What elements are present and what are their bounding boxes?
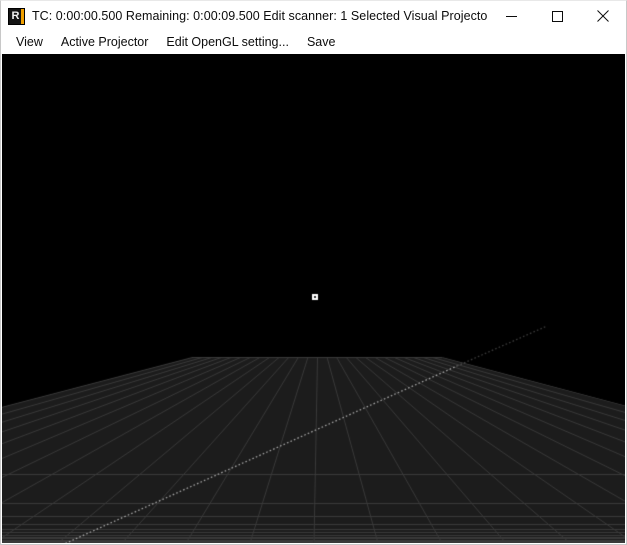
gl-render-surface[interactable] [2,54,625,543]
window-controls [488,1,626,31]
app-icon-accent-stripe [21,8,24,24]
gl-viewport[interactable] [2,54,625,543]
close-button[interactable] [580,1,626,31]
menu-item-active-projector[interactable]: Active Projector [52,31,158,54]
menu-item-view[interactable]: View [7,31,52,54]
app-icon: R [8,7,25,25]
maximize-button[interactable] [534,1,580,31]
menu-bar: View Active Projector Edit OpenGL settin… [1,31,626,54]
minimize-button[interactable] [488,1,534,31]
app-icon-glyph: R [11,9,20,22]
application-window: R TC: 0:00:00.500 Remaining: 0:00:09.500… [0,0,627,545]
title-bar: R TC: 0:00:00.500 Remaining: 0:00:09.500… [1,1,626,31]
menu-item-save[interactable]: Save [298,31,345,54]
minimize-icon [505,15,517,17]
window-title: TC: 0:00:00.500 Remaining: 0:00:09.500 E… [32,9,488,23]
maximize-icon [551,10,563,22]
menu-item-edit-opengl-setting[interactable]: Edit OpenGL setting... [157,31,298,54]
close-icon [597,10,609,22]
